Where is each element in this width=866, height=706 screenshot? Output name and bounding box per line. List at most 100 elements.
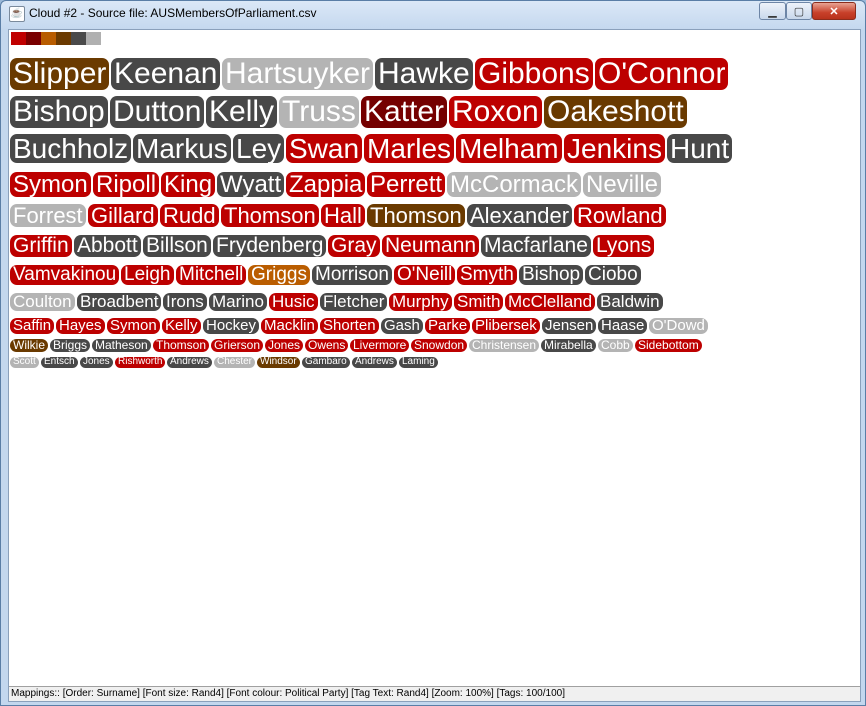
cloud-tag[interactable]: Hartsuyker — [222, 58, 374, 90]
cloud-tag[interactable]: Melham — [456, 134, 562, 163]
cloud-tag[interactable]: Rishworth — [115, 356, 166, 368]
cloud-tag[interactable]: McClelland — [505, 293, 596, 311]
cloud-tag[interactable]: Parke — [425, 318, 471, 334]
cloud-tag[interactable]: Saffin — [10, 318, 55, 334]
cloud-tag[interactable]: Jones — [80, 356, 113, 368]
cloud-tag[interactable]: Symon — [10, 172, 91, 197]
cloud-tag[interactable]: Thomson — [367, 204, 465, 227]
cloud-tag[interactable]: Laming — [399, 356, 438, 368]
cloud-tag[interactable]: Neumann — [382, 234, 480, 258]
cloud-tag[interactable]: Keenan — [111, 58, 221, 90]
cloud-tag[interactable]: Marles — [364, 134, 455, 163]
cloud-tag[interactable]: Slipper — [10, 58, 110, 90]
cloud-tag[interactable]: Katter — [361, 96, 448, 128]
cloud-tag[interactable]: Gillard — [88, 204, 158, 227]
title-bar[interactable]: ☕ Cloud #2 - Source file: AUSMembersOfPa… — [1, 1, 865, 25]
cloud-tag[interactable]: Sidebottom — [635, 339, 702, 352]
cloud-tag[interactable]: Briggs — [50, 339, 91, 352]
cloud-tag[interactable]: Gray — [328, 234, 380, 258]
cloud-tag[interactable]: Symon — [107, 318, 160, 334]
cloud-tag[interactable]: Leigh — [121, 265, 174, 285]
cloud-tag[interactable]: Owens — [305, 339, 349, 352]
cloud-tag[interactable]: Bishop — [519, 265, 584, 285]
cloud-tag[interactable]: Shorten — [320, 318, 379, 334]
cloud-tag[interactable]: Hawke — [375, 58, 473, 90]
cloud-tag[interactable]: Truss — [279, 96, 359, 128]
cloud-tag[interactable]: Zappia — [286, 172, 366, 197]
cloud-tag[interactable]: Jenkins — [564, 134, 665, 163]
cloud-tag[interactable]: Cobb — [598, 339, 633, 352]
cloud-tag[interactable]: Wyatt — [217, 172, 285, 197]
cloud-tag[interactable]: Thomson — [221, 204, 319, 227]
cloud-tag[interactable]: Jensen — [542, 318, 597, 334]
cloud-tag[interactable]: Murphy — [389, 293, 452, 311]
cloud-tag[interactable]: Neville — [583, 172, 662, 197]
cloud-tag[interactable]: Broadbent — [77, 293, 162, 311]
cloud-tag[interactable]: Gash — [381, 318, 423, 334]
cloud-tag[interactable]: Hockey — [203, 318, 260, 334]
cloud-tag[interactable]: Dutton — [110, 96, 205, 128]
cloud-tag[interactable]: Thomson — [153, 339, 210, 352]
cloud-tag[interactable]: McCormack — [447, 172, 582, 197]
cloud-tag[interactable]: Ripoll — [93, 172, 160, 197]
cloud-tag[interactable]: Ciobo — [585, 265, 641, 285]
cloud-tag[interactable]: Bishop — [10, 96, 108, 128]
cloud-tag[interactable]: O'Dowd — [649, 318, 708, 334]
cloud-tag[interactable]: Jones — [265, 339, 304, 352]
cloud-tag[interactable]: Macfarlane — [481, 234, 591, 258]
cloud-tag[interactable]: Baldwin — [597, 293, 663, 311]
cloud-tag[interactable]: Vamvakinou — [10, 265, 120, 285]
cloud-tag[interactable]: Swan — [286, 134, 363, 163]
cloud-tag[interactable]: Andrews — [167, 356, 212, 368]
cloud-tag[interactable]: Lyons — [593, 234, 655, 258]
cloud-tag[interactable]: Griggs — [248, 265, 310, 285]
cloud-tag[interactable]: Perrett — [367, 172, 446, 197]
cloud-tag[interactable]: Smyth — [457, 265, 517, 285]
cloud-tag[interactable]: Entsch — [41, 356, 78, 368]
cloud-tag[interactable]: King — [161, 172, 216, 197]
cloud-tag[interactable]: Fletcher — [320, 293, 388, 311]
cloud-tag[interactable]: Griffin — [10, 234, 72, 258]
cloud-tag[interactable]: Marino — [209, 293, 267, 311]
cloud-tag[interactable]: Oakeshott — [544, 96, 687, 128]
cloud-tag[interactable]: Windsor — [257, 356, 300, 368]
cloud-tag[interactable]: Forrest — [10, 204, 86, 227]
cloud-tag[interactable]: Haase — [598, 318, 648, 334]
cloud-tag[interactable]: Hunt — [667, 134, 733, 163]
cloud-tag[interactable]: Roxon — [449, 96, 542, 128]
cloud-tag[interactable]: Alexander — [467, 204, 573, 227]
cloud-tag[interactable]: Frydenberg — [213, 234, 327, 258]
cloud-tag[interactable]: Markus — [133, 134, 231, 163]
cloud-tag[interactable]: Husic — [269, 293, 318, 311]
cloud-tag[interactable]: Irons — [163, 293, 207, 311]
cloud-tag[interactable]: Buchholz — [10, 134, 132, 163]
cloud-tag[interactable]: Scott — [10, 356, 39, 368]
cloud-tag[interactable]: Ley — [233, 134, 285, 163]
cloud-tag[interactable]: Coulton — [10, 293, 75, 311]
cloud-tag[interactable]: Christensen — [469, 339, 540, 352]
cloud-tag[interactable]: Rudd — [160, 204, 219, 227]
close-button[interactable]: ✕ — [812, 2, 856, 20]
minimize-button[interactable]: ▁ — [759, 2, 786, 20]
cloud-tag[interactable]: Grierson — [211, 339, 264, 352]
cloud-tag[interactable]: O'Neill — [394, 265, 456, 285]
cloud-tag[interactable]: Kelly — [162, 318, 201, 334]
cloud-tag[interactable]: Mirabella — [541, 339, 596, 352]
cloud-tag[interactable]: Hall — [321, 204, 365, 227]
cloud-tag[interactable]: Rowland — [574, 204, 666, 227]
cloud-tag[interactable]: Hayes — [56, 318, 105, 334]
cloud-tag[interactable]: O'Connor — [595, 58, 729, 90]
cloud-tag[interactable]: Kelly — [206, 96, 278, 128]
cloud-tag[interactable]: Morrison — [312, 265, 392, 285]
cloud-tag[interactable]: Livermore — [350, 339, 410, 352]
cloud-tag[interactable]: Macklin — [261, 318, 318, 334]
cloud-tag[interactable]: Mitchell — [176, 265, 247, 285]
cloud-tag[interactable]: Billson — [143, 234, 211, 258]
cloud-tag[interactable]: Plibersek — [472, 318, 540, 334]
cloud-tag[interactable]: Wilkie — [10, 339, 48, 352]
cloud-tag[interactable]: Gibbons — [475, 58, 593, 90]
cloud-tag[interactable]: Gambaro — [302, 356, 350, 368]
cloud-tag[interactable]: Matheson — [92, 339, 151, 352]
cloud-tag[interactable]: Andrews — [352, 356, 397, 368]
cloud-tag[interactable]: Abbott — [74, 234, 141, 258]
